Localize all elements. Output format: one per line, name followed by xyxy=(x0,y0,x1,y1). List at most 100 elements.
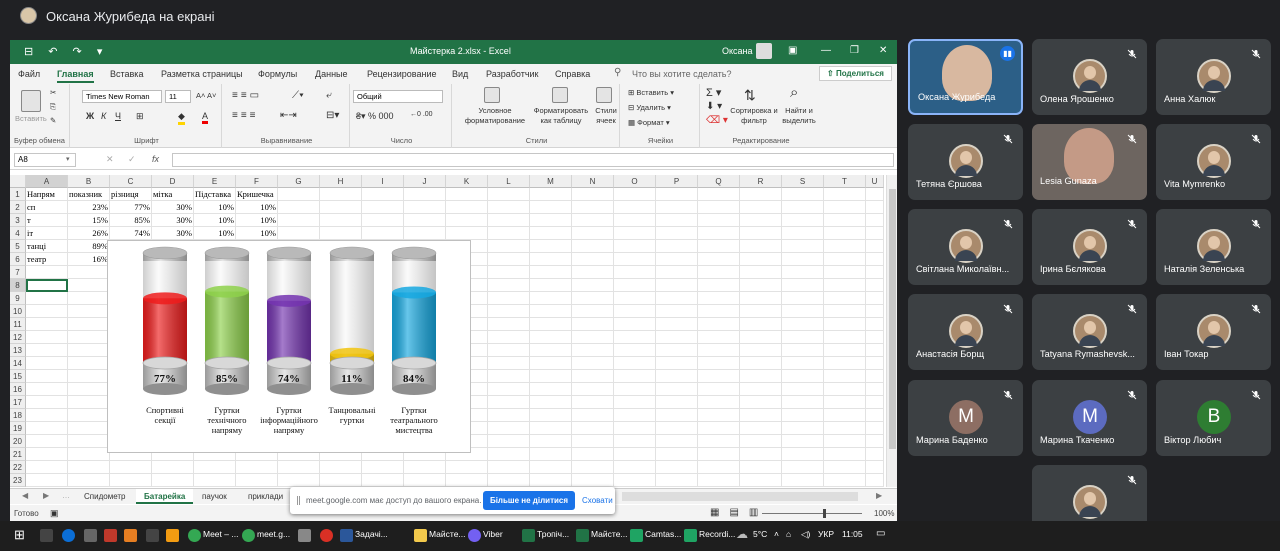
select-all-corner[interactable] xyxy=(10,175,26,188)
column-header[interactable]: D xyxy=(152,175,194,188)
column-header[interactable]: I xyxy=(362,175,404,188)
sheet-tab-pauchok[interactable]: паучок xyxy=(194,489,235,504)
find-select-label[interactable]: Найти и выделить xyxy=(780,106,818,126)
indent-icon[interactable]: ⇤⇥ xyxy=(280,110,297,121)
share-button[interactable]: ⇧ Поделиться xyxy=(819,66,892,81)
row-header[interactable]: 9 xyxy=(10,292,26,305)
participant-tile[interactable]: ▮▮ Оксана Журибеда xyxy=(908,39,1023,115)
cell-styles-icon[interactable] xyxy=(596,87,612,103)
zoom-slider[interactable] xyxy=(762,513,862,514)
find-icon[interactable]: ⌕ xyxy=(790,84,798,101)
wrap-text-icon[interactable]: ⤶ xyxy=(326,90,332,101)
table-cell[interactable]: 30% xyxy=(152,227,194,240)
scroll-thumb[interactable] xyxy=(889,189,896,449)
row-header[interactable]: 8 xyxy=(10,279,26,292)
column-header[interactable]: N xyxy=(572,175,614,188)
table-cell[interactable]: 74% xyxy=(110,227,152,240)
participant-tile[interactable]: М Марина Баденко xyxy=(908,380,1023,456)
view-buttons[interactable]: ▦▤▥ xyxy=(710,507,768,518)
row-header[interactable]: 20 xyxy=(10,435,26,448)
scroll-right-icon[interactable]: ▶ xyxy=(876,491,882,500)
table-cell[interactable]: 10% xyxy=(236,227,278,240)
chrome-icon[interactable] xyxy=(188,529,201,542)
column-header[interactable]: O xyxy=(614,175,656,188)
tab-formulas[interactable]: Формулы xyxy=(258,69,297,79)
app-icon[interactable] xyxy=(84,529,97,542)
bold-icon[interactable]: Ж xyxy=(86,111,94,121)
decimal-icon[interactable]: ←0 .00 xyxy=(410,111,433,118)
participant-tile[interactable]: Олена Ярошенко xyxy=(1032,39,1147,115)
network-icon[interactable]: ⌂ xyxy=(786,529,791,539)
copy-icon[interactable]: ⎘ xyxy=(50,102,56,112)
taskbar-item-tropich[interactable]: Тропіч... xyxy=(537,529,569,539)
row-header[interactable]: 3 xyxy=(10,214,26,227)
vertical-scrollbar[interactable] xyxy=(886,175,897,487)
participant-tile[interactable]: Lesia Gunaza xyxy=(1032,124,1147,200)
autosum-icon[interactable]: Σ ▾ xyxy=(706,86,721,99)
minimize-icon[interactable]: — xyxy=(821,45,831,56)
sheet-more-icon[interactable]: … xyxy=(62,491,70,500)
row-header[interactable]: 4 xyxy=(10,227,26,240)
column-header[interactable]: H xyxy=(320,175,362,188)
word-icon[interactable] xyxy=(340,529,353,542)
table-cell[interactable]: 10% xyxy=(194,214,236,227)
underline-icon[interactable]: Ч xyxy=(115,111,121,121)
column-header[interactable]: Q xyxy=(698,175,740,188)
font-size-select[interactable]: 11 xyxy=(165,90,191,103)
tab-help[interactable]: Справка xyxy=(555,69,590,79)
table-cell[interactable]: 26% xyxy=(68,227,110,240)
format-cells-button[interactable]: ▦ Формат ▾ xyxy=(628,118,670,127)
table-cell[interactable]: 85% xyxy=(110,214,152,227)
viber-icon[interactable] xyxy=(468,529,481,542)
tab-page-layout[interactable]: Разметка страницы xyxy=(161,69,243,79)
column-header[interactable]: J xyxy=(404,175,446,188)
row-header[interactable]: 17 xyxy=(10,396,26,409)
italic-icon[interactable]: К xyxy=(101,111,106,121)
clock-time[interactable]: 11:05 xyxy=(842,529,863,539)
participant-tile[interactable]: Наталія Зеленська xyxy=(1156,209,1271,285)
row-header[interactable]: 10 xyxy=(10,305,26,318)
macro-record-icon[interactable]: ▣ xyxy=(50,508,59,519)
app-icon[interactable] xyxy=(124,529,137,542)
row-header[interactable]: 13 xyxy=(10,344,26,357)
participant-tile[interactable]: М Марина Ткаченко xyxy=(1032,380,1147,456)
taskbar-item-meet[interactable]: Meet – ... xyxy=(203,529,238,539)
row-header[interactable]: 19 xyxy=(10,422,26,435)
selected-cell[interactable] xyxy=(26,279,68,292)
tab-data[interactable]: Данные xyxy=(315,69,348,79)
row-header[interactable]: 6 xyxy=(10,253,26,266)
taskbar-item-zadachi[interactable]: Задачі... xyxy=(355,529,388,539)
battery-chart[interactable]: 77% Спортивні секції 85% Гуртки технічного нап… xyxy=(107,240,471,453)
stop-sharing-button[interactable]: Більше не ділитися xyxy=(483,491,575,510)
tray-chevron-icon[interactable]: ˄ xyxy=(774,529,779,539)
row-header[interactable]: 1 xyxy=(10,188,26,201)
tab-view[interactable]: Вид xyxy=(452,69,468,79)
zoom-level[interactable]: 100% xyxy=(874,509,894,518)
cond-format-label[interactable]: Условное форматирование xyxy=(454,106,536,126)
row-header[interactable]: 21 xyxy=(10,448,26,461)
table-cell[interactable]: Напрям xyxy=(26,188,68,201)
table-cell[interactable]: 10% xyxy=(194,227,236,240)
table-cell[interactable]: 30% xyxy=(152,214,194,227)
table-cell[interactable]: сп xyxy=(26,201,68,214)
taskbar-item-meet-g[interactable]: meet.g... xyxy=(257,529,290,539)
participant-tile[interactable]: Tatyana Rymashevsk... xyxy=(1032,294,1147,370)
row-header[interactable]: 15 xyxy=(10,370,26,383)
tell-me-search[interactable]: Что вы хотите сделать? xyxy=(632,69,732,79)
column-header[interactable]: R xyxy=(740,175,782,188)
insert-function-icon[interactable]: fx xyxy=(152,154,159,164)
cancel-icon[interactable]: ✕ xyxy=(106,154,114,165)
font-color-icon[interactable]: A xyxy=(202,111,209,124)
participant-tile[interactable]: Анна Халюк xyxy=(1156,39,1271,115)
horizontal-align-icon[interactable]: ≡≡≡ xyxy=(232,110,259,121)
table-cell[interactable]: т xyxy=(26,214,68,227)
tab-home[interactable]: Главная xyxy=(57,69,94,83)
merge-icon[interactable]: ⊟▾ xyxy=(326,110,339,121)
table-cell[interactable]: 10% xyxy=(194,201,236,214)
opera-icon[interactable] xyxy=(320,529,333,542)
participant-tile[interactable]: Ірина Бєлякова xyxy=(1032,209,1147,285)
row-header[interactable]: 22 xyxy=(10,461,26,474)
recorder-icon[interactable] xyxy=(684,529,697,542)
user-name[interactable]: Оксана xyxy=(722,46,753,56)
row-header[interactable]: 23 xyxy=(10,474,26,487)
